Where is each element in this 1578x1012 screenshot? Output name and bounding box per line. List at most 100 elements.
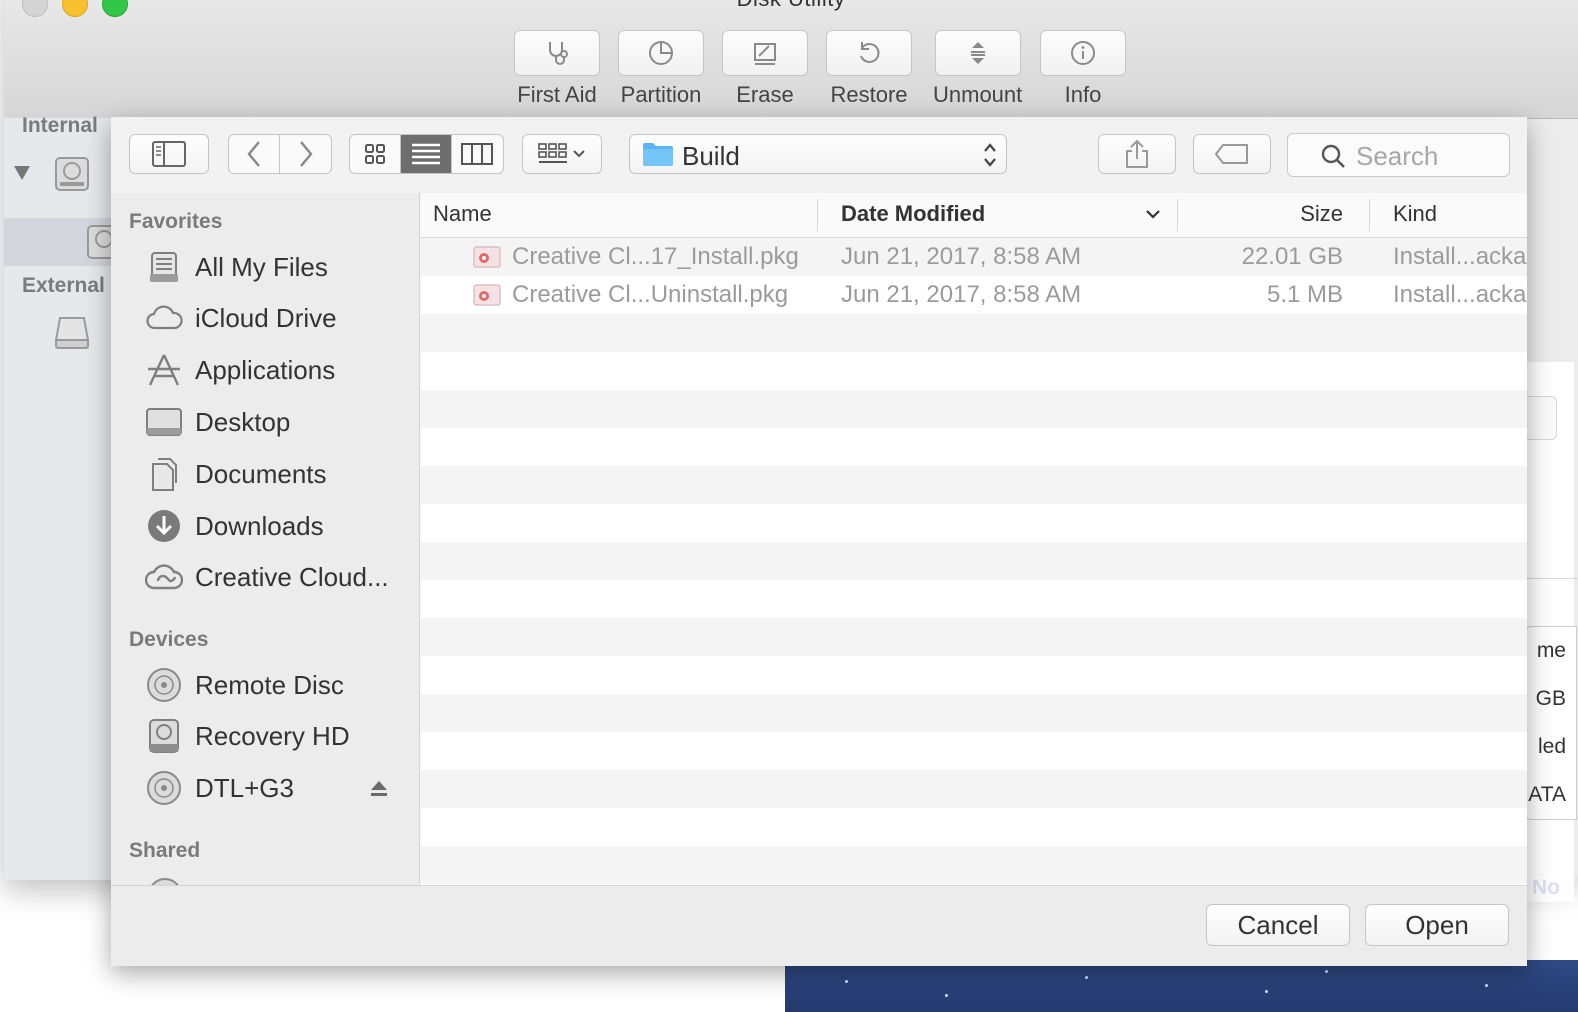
column-divider (817, 199, 818, 231)
column-view-button[interactable] (452, 135, 503, 173)
list-view-icon (412, 143, 440, 165)
sidebar-item-label: iCloud Drive (195, 302, 337, 333)
sidebar-item-label: Downloads (195, 510, 324, 541)
desktop-icon (146, 408, 182, 436)
documents-icon (152, 458, 177, 491)
sidebar-item-applications[interactable]: Applications (145, 350, 335, 390)
first-aid-button[interactable]: First Aid (514, 30, 600, 108)
info-button[interactable]: Info (1040, 30, 1126, 108)
info-fragment: me (1536, 639, 1566, 662)
disk-utility-titlebar: Disk Utility First Aid Partition Erase R… (4, 0, 1578, 119)
sidebar-item-recovery-hd[interactable]: Recovery HD (145, 716, 350, 756)
external-disk-icon[interactable] (52, 312, 92, 352)
share-button[interactable] (1098, 134, 1176, 174)
restore-label: Restore (830, 82, 908, 107)
internal-heading: Internal (22, 114, 98, 137)
internal-disk-icon[interactable] (52, 154, 92, 194)
sidebar-item-label: Recovery HD (195, 720, 350, 751)
open-button[interactable]: Open (1365, 904, 1509, 946)
tags-button[interactable] (1193, 134, 1271, 174)
tag-icon (1214, 144, 1248, 164)
view-mode-segment (349, 134, 504, 174)
partition-label: Partition (620, 82, 702, 107)
search-placeholder: Search (1356, 141, 1439, 171)
divider (1525, 578, 1578, 579)
table-row[interactable]: Creative Cl...17_Install.pkg Jun 21, 201… (421, 238, 1527, 276)
sidebar-item-dtl-g3[interactable]: DTL+G3 (145, 768, 294, 808)
sort-chevron-icon (1146, 210, 1160, 219)
kind-column-header[interactable]: Kind (1393, 201, 1437, 227)
name-column-header[interactable]: Name (433, 201, 492, 227)
partition-button[interactable]: Partition (618, 30, 704, 108)
size-column-header[interactable]: Size (1300, 201, 1343, 227)
downloads-icon (148, 510, 180, 542)
erase-button[interactable]: Erase (722, 30, 808, 108)
info-fragment: GB (1535, 687, 1566, 710)
usage-bar (1525, 396, 1557, 440)
arrange-menu-button[interactable] (522, 134, 602, 174)
list-view-button[interactable] (401, 135, 452, 173)
file-date: Jun 21, 2017, 8:58 AM (841, 243, 1082, 270)
table-row[interactable]: Creative Cl...Uninstall.pkg Jun 21, 2017… (421, 276, 1527, 314)
package-icon (473, 246, 501, 268)
disclosure-triangle-icon[interactable] (12, 162, 32, 182)
back-button[interactable] (229, 135, 281, 173)
file-date: Jun 21, 2017, 8:58 AM (841, 281, 1082, 308)
devices-heading: Devices (129, 628, 209, 651)
sidebar-item-downloads[interactable]: Downloads (145, 506, 324, 546)
chevron-left-icon (247, 141, 260, 167)
stethoscope-icon (549, 42, 568, 65)
restore-button[interactable]: Restore (826, 30, 912, 108)
location-folder-label: Build (682, 141, 740, 171)
open-panel-sidebar: Favorites All My Files iCloud Drive Appl… (111, 193, 420, 885)
disk-utility-sidebar: Internal External (4, 114, 124, 880)
favorites-heading: Favorites (129, 210, 223, 233)
sidebar-item-all-my-files[interactable]: All My Files (145, 247, 328, 287)
file-list: Name Date Modified Size Kind Creative Cl… (421, 193, 1527, 885)
forward-button[interactable] (280, 135, 331, 173)
open-panel: Build Search Favorites All My Files iClo… (111, 117, 1527, 966)
open-panel-footer: Cancel Open (111, 885, 1527, 966)
network-icon (151, 878, 179, 885)
volume-info-box: me GB led ATA (1525, 626, 1577, 820)
column-view-icon (461, 143, 494, 165)
cancel-button[interactable]: Cancel (1206, 904, 1350, 946)
date-modified-column-header[interactable]: Date Modified (841, 201, 985, 227)
sidebar-item-remote-disc[interactable]: Remote Disc (145, 665, 344, 705)
navigation-segment (228, 134, 332, 174)
icon-view-button[interactable] (350, 135, 401, 173)
package-icon (473, 284, 501, 306)
desktop-label-fragment: No (1532, 876, 1560, 899)
sidebar-toggle-button[interactable] (129, 134, 209, 174)
chevron-down-icon (573, 150, 585, 158)
sidebar-item-icloud-drive[interactable]: iCloud Drive (145, 298, 337, 338)
sidebar-item-documents[interactable]: Documents (145, 454, 327, 494)
column-divider (1369, 199, 1370, 231)
sidebar-item-desktop[interactable]: Desktop (145, 402, 290, 442)
icon-grid-icon (365, 144, 385, 164)
cloud-icon (146, 305, 183, 330)
unmount-button[interactable]: Unmount (933, 30, 1022, 108)
info-label: Info (1064, 82, 1102, 107)
file-kind: Install...acka (1393, 281, 1527, 308)
desktop-background (785, 960, 1578, 1012)
file-list-header: Name Date Modified Size Kind (421, 193, 1527, 238)
search-input[interactable]: Search (1287, 133, 1510, 177)
unmount-icon (970, 42, 985, 64)
search-icon (1321, 144, 1345, 168)
erase-label: Erase (736, 82, 794, 107)
external-heading: External (22, 274, 105, 297)
shared-heading: Shared (129, 839, 201, 862)
sidebar-icon (152, 141, 186, 167)
arrange-grid-icon (538, 143, 567, 163)
eject-icon[interactable] (369, 778, 389, 798)
share-icon (1126, 139, 1148, 168)
eraser-icon (754, 43, 776, 65)
file-size: 22.01 GB (1241, 243, 1343, 270)
unmount-label: Unmount (933, 82, 1023, 107)
hard-drive-icon (149, 719, 179, 753)
location-popup[interactable]: Build (629, 134, 1007, 174)
sidebar-item-label: Applications (195, 354, 336, 385)
applications-icon (148, 354, 180, 386)
sidebar-item-creative-cloud[interactable]: Creative Cloud... (145, 557, 389, 597)
